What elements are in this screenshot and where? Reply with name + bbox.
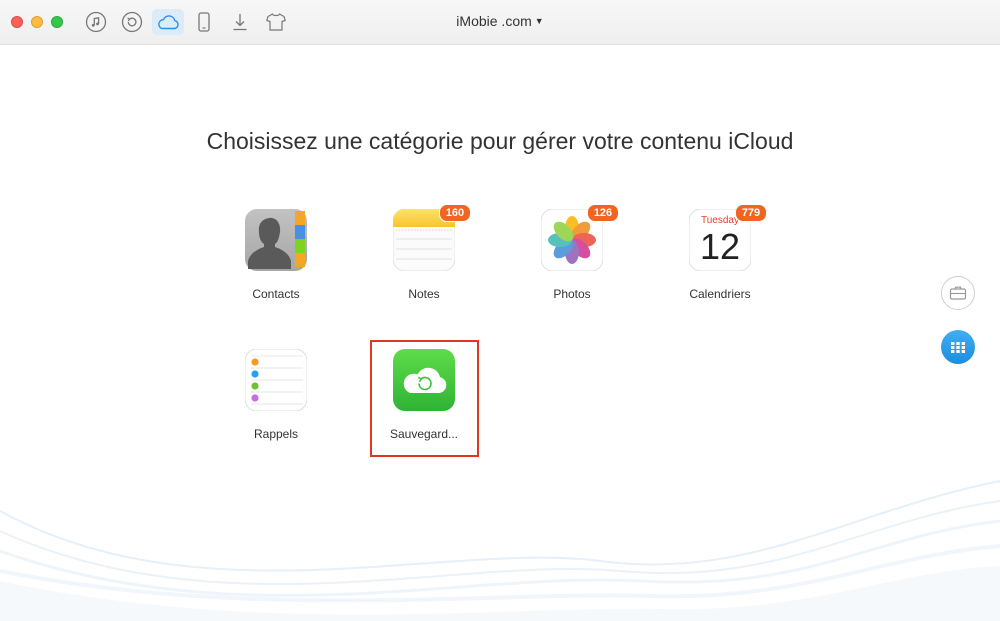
maximize-window-button[interactable] [51,16,63,28]
grid-icon [951,341,965,353]
category-label: Notes [408,287,440,301]
page-heading: Choisissez une catégorie pour gérer votr… [206,128,794,154]
calendars-count-badge: 779 [735,204,767,222]
category-label: Contacts [252,287,300,301]
category-contacts[interactable]: Contacts [216,209,336,301]
title-bar: iMobie .com ▼ [0,0,1000,45]
music-note-icon [85,11,107,33]
theme-button[interactable] [261,9,291,35]
phone-icon [198,12,210,32]
toolbox-button[interactable] [941,276,975,310]
close-window-button[interactable] [11,16,23,28]
download-icon [233,14,247,31]
category-label: Photos [553,287,591,301]
app-window: iMobie .com ▼ Choisissez une catégorie po… [0,0,1000,621]
category-label: Calendriers [689,287,751,301]
tshirt-icon [266,13,286,31]
category-label: Rappels [253,427,299,441]
device-name: iMobie .com [456,13,532,29]
restore-icon [121,11,143,33]
music-button[interactable] [81,9,111,35]
photos-count-badge: 126 [587,204,619,222]
reminders-icon [244,348,308,412]
chevron-down-icon: ▼ [534,16,544,26]
toolbox-icon [949,286,967,300]
category-reminders[interactable]: Rappels [216,348,336,441]
icloud-button[interactable] [152,9,184,35]
minimize-window-button[interactable] [31,16,43,28]
category-notes[interactable]: 160 Notes [364,204,484,301]
icloud-icon [158,15,179,30]
calendar-date: 12 [700,226,740,267]
contacts-icon [245,209,307,271]
category-calendars[interactable]: Tuesday 12 779 Calendriers [660,204,780,301]
grid-view-button[interactable] [941,330,975,364]
download-button[interactable] [225,9,255,35]
selection-highlight [370,340,479,457]
device-selector[interactable]: iMobie .com ▼ [430,13,570,29]
device-button[interactable] [189,9,219,35]
category-photos[interactable]: 126 Photos [512,204,632,301]
calendar-day: Tuesday [701,215,739,226]
restore-button[interactable] [117,9,147,35]
notes-count-badge: 160 [439,204,471,222]
background-waves [0,480,1000,621]
